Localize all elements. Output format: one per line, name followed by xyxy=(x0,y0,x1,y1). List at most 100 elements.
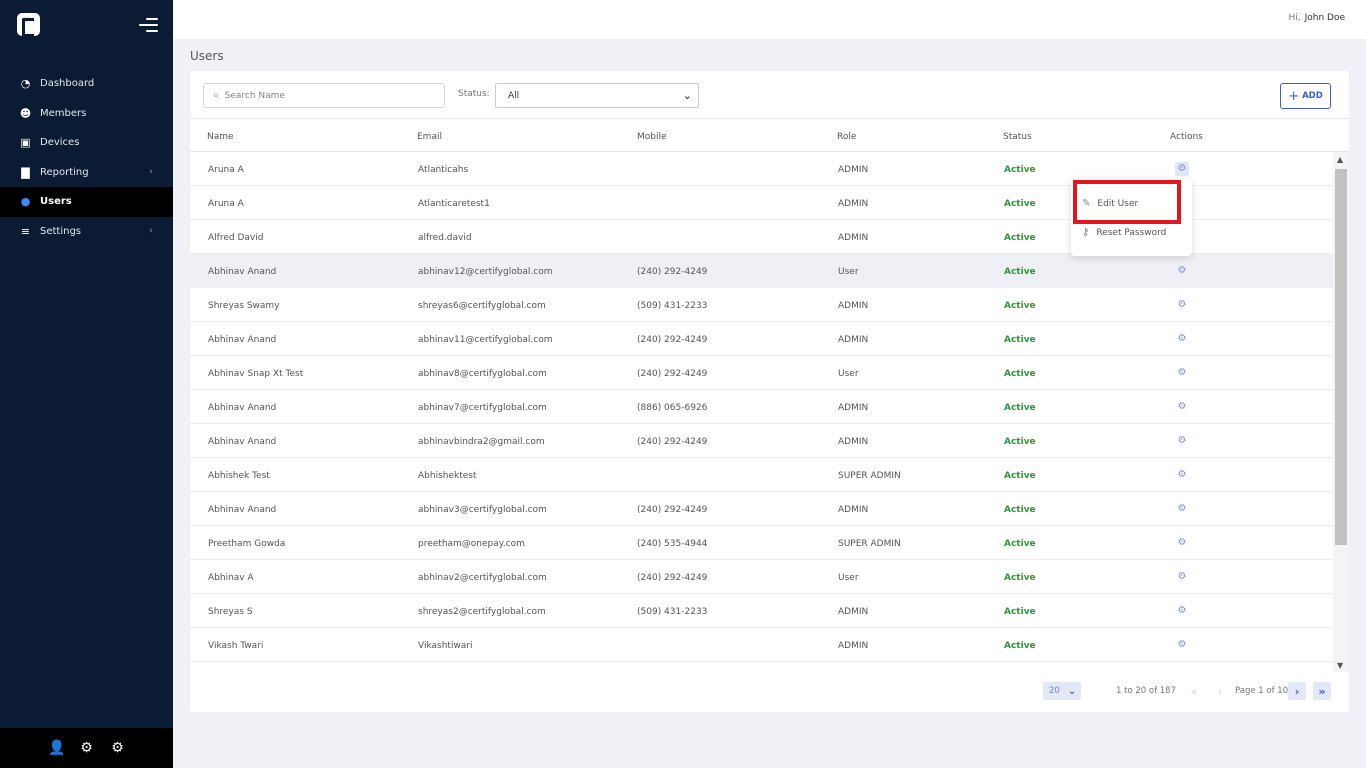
cell-email: abhinav11@certifyglobal.com xyxy=(418,335,553,345)
members-icon: ☻ xyxy=(19,107,32,120)
highlight-box xyxy=(1073,180,1181,224)
table-row[interactable]: Shreyas Swamyshreyas6@certifyglobal.com(… xyxy=(190,288,1333,322)
cell-role: ADMIN xyxy=(838,437,868,447)
sidebar-item-settings[interactable]: ≡Settings› xyxy=(0,217,173,247)
cell-mobile: (509) 431-2233 xyxy=(637,607,707,617)
chart-icon: ▇ xyxy=(19,166,32,179)
row-actions-gear-icon[interactable]: ⚙ xyxy=(1175,332,1189,346)
reset-password-menu-item[interactable]: ⚷ Reset Password xyxy=(1082,227,1166,238)
scroll-down-icon[interactable]: ▼ xyxy=(1337,661,1343,670)
row-actions-gear-icon[interactable]: ⚙ xyxy=(1175,366,1189,380)
row-actions-gear-icon[interactable]: ⚙ xyxy=(1175,502,1189,516)
scroll-up-icon[interactable]: ▲ xyxy=(1337,155,1343,164)
table-row[interactable]: Abhinav Snap Xt Testabhinav8@certifyglob… xyxy=(190,356,1333,390)
page-title: Users xyxy=(190,49,224,63)
last-page-button[interactable]: » xyxy=(1313,682,1331,700)
next-page-button[interactable]: › xyxy=(1288,682,1306,700)
table-row[interactable]: Abhinav Anandabhinav12@certifyglobal.com… xyxy=(190,254,1333,288)
cell-mobile: (240) 292-4249 xyxy=(637,505,707,515)
row-actions-gear-icon[interactable]: ⚙ xyxy=(1175,264,1189,278)
table-row[interactable]: Abhishek TestAbhishektestSUPER ADMINActi… xyxy=(190,458,1333,492)
cell-email: Abhishektest xyxy=(418,471,477,481)
table-row[interactable]: Abhinav Anand abhinav3@certifyglobal.com (… xyxy=(190,492,1333,526)
cell-email: abhinav2@certifyglobal.com xyxy=(418,573,547,583)
add-user-button[interactable]: + ADD xyxy=(1280,83,1331,109)
table-row[interactable]: Abhinav Anandabhinavbindra2@gmail.com(24… xyxy=(190,424,1333,458)
cell-role: SUPER ADMIN xyxy=(838,471,901,481)
row-actions-gear-icon[interactable]: ⚙ xyxy=(1175,604,1189,618)
table-row[interactable]: Abhinav Anandabhinav11@certifyglobal.com… xyxy=(190,322,1333,356)
cell-status: Active xyxy=(1004,607,1036,617)
cell-name: Shreyas S xyxy=(208,607,253,617)
cell-email: abhinav8@certifyglobal.com xyxy=(418,369,547,379)
sidebar-item-devices[interactable]: ▣Devices xyxy=(0,128,173,158)
row-actions-gear-icon[interactable]: ⚙ xyxy=(1175,434,1189,448)
cell-email: abhinav7@certifyglobal.com xyxy=(418,403,547,413)
sidebar-item-members[interactable]: ☻Members xyxy=(0,99,173,129)
search-input[interactable] xyxy=(225,91,425,101)
cell-name: Abhinav A xyxy=(208,573,254,583)
page-indicator: Page 1 of 10 xyxy=(1235,686,1288,696)
cell-role: ADMIN xyxy=(838,335,868,345)
cell-email: preetham@onepay.com xyxy=(418,539,525,549)
first-page-button[interactable]: « xyxy=(1185,682,1203,700)
row-actions-gear-icon[interactable]: ⚙ xyxy=(1175,536,1189,550)
cell-status: Active xyxy=(1004,539,1036,549)
page-size-select[interactable]: 20 ⌄ xyxy=(1043,682,1081,700)
hamburger-icon[interactable] xyxy=(139,17,158,33)
cell-name: Aruna A xyxy=(208,199,244,209)
column-header-status[interactable]: Status xyxy=(1003,132,1032,142)
cell-status: Active xyxy=(1004,301,1036,311)
cell-mobile: (240) 535-4944 xyxy=(637,539,707,549)
sidebar-footer: 👤 ⚙ ⚙ xyxy=(0,728,173,768)
cell-status: Active xyxy=(1004,403,1036,413)
table-row[interactable]: Shreyas Sshreyas2@certifyglobal.com(509)… xyxy=(190,594,1333,628)
row-actions-gear-icon[interactable]: ⚙ xyxy=(1175,400,1189,414)
scrollbar-thumb[interactable] xyxy=(1335,169,1347,545)
column-header-email[interactable]: Email xyxy=(417,132,442,142)
table-header: Name Email Mobile Role Status Actions xyxy=(190,120,1349,152)
column-header-mobile[interactable]: Mobile xyxy=(637,132,667,142)
cell-name: Abhinav Anand xyxy=(208,505,276,515)
column-header-name[interactable]: Name xyxy=(207,132,234,142)
user-icon: ● xyxy=(19,195,32,208)
row-actions-gear-icon[interactable]: ⚙ xyxy=(1175,298,1189,312)
logo-c-icon[interactable] xyxy=(17,13,40,36)
sidebar-item-label: Dashboard xyxy=(40,78,94,89)
row-actions-gear-icon[interactable]: ⚙ xyxy=(1175,570,1189,584)
sidebar-item-reporting[interactable]: ▇Reporting› xyxy=(0,158,173,188)
sidebar-item-users[interactable]: ●Users xyxy=(0,187,173,217)
cell-mobile: (240) 292-4249 xyxy=(637,369,707,379)
row-actions-gear-icon[interactable]: ⚙ xyxy=(1175,638,1189,652)
cell-role: ADMIN xyxy=(838,505,868,515)
cogs-icon[interactable]: ⚙ xyxy=(79,740,94,756)
prev-page-button[interactable]: ‹ xyxy=(1211,682,1229,700)
row-actions-gear-icon[interactable]: ⚙ xyxy=(1175,162,1189,176)
sidebar: ◔Dashboard☻Members▣Devices▇Reporting›●Us… xyxy=(0,0,173,768)
cell-role: User xyxy=(838,369,859,379)
user-settings-icon[interactable]: 👤 xyxy=(48,740,63,756)
key-icon: ⚷ xyxy=(1082,227,1089,238)
cell-email: abhinav3@certifyglobal.com xyxy=(418,505,547,515)
cell-status: Active xyxy=(1004,505,1036,515)
cell-email: Vikashtiwari xyxy=(418,641,473,651)
sidebar-item-dashboard[interactable]: ◔Dashboard xyxy=(0,69,173,99)
chevron-right-icon: › xyxy=(149,226,153,236)
status-filter-select[interactable]: All ⌄ xyxy=(495,83,699,108)
cell-name: Vikash Twari xyxy=(208,641,263,651)
user-greeting[interactable]: Hi,John Doe xyxy=(1288,13,1345,23)
column-header-role[interactable]: Role xyxy=(837,132,856,142)
chevron-right-icon: › xyxy=(149,167,153,177)
cell-role: ADMIN xyxy=(838,403,868,413)
vertical-scrollbar[interactable]: ▲ ▼ xyxy=(1333,152,1349,672)
cell-status: Active xyxy=(1004,369,1036,379)
table-row[interactable]: Abhinav Aabhinav2@certifyglobal.com(240)… xyxy=(190,560,1333,594)
row-actions-gear-icon[interactable]: ⚙ xyxy=(1175,468,1189,482)
table-row[interactable]: Preetham Gowdapreetham@onepay.com(240) 5… xyxy=(190,526,1333,560)
table-row[interactable]: Vikash TwariVikashtiwariADMINActive⚙ xyxy=(190,628,1333,662)
chevron-down-icon: ⌄ xyxy=(683,89,692,102)
sidebar-item-label: Settings xyxy=(40,226,81,237)
table-row[interactable]: Abhinav Anandabhinav7@certifyglobal.com(… xyxy=(190,390,1333,424)
gear-icon[interactable]: ⚙ xyxy=(110,740,125,756)
search-box[interactable]: ⌕ xyxy=(203,83,445,108)
